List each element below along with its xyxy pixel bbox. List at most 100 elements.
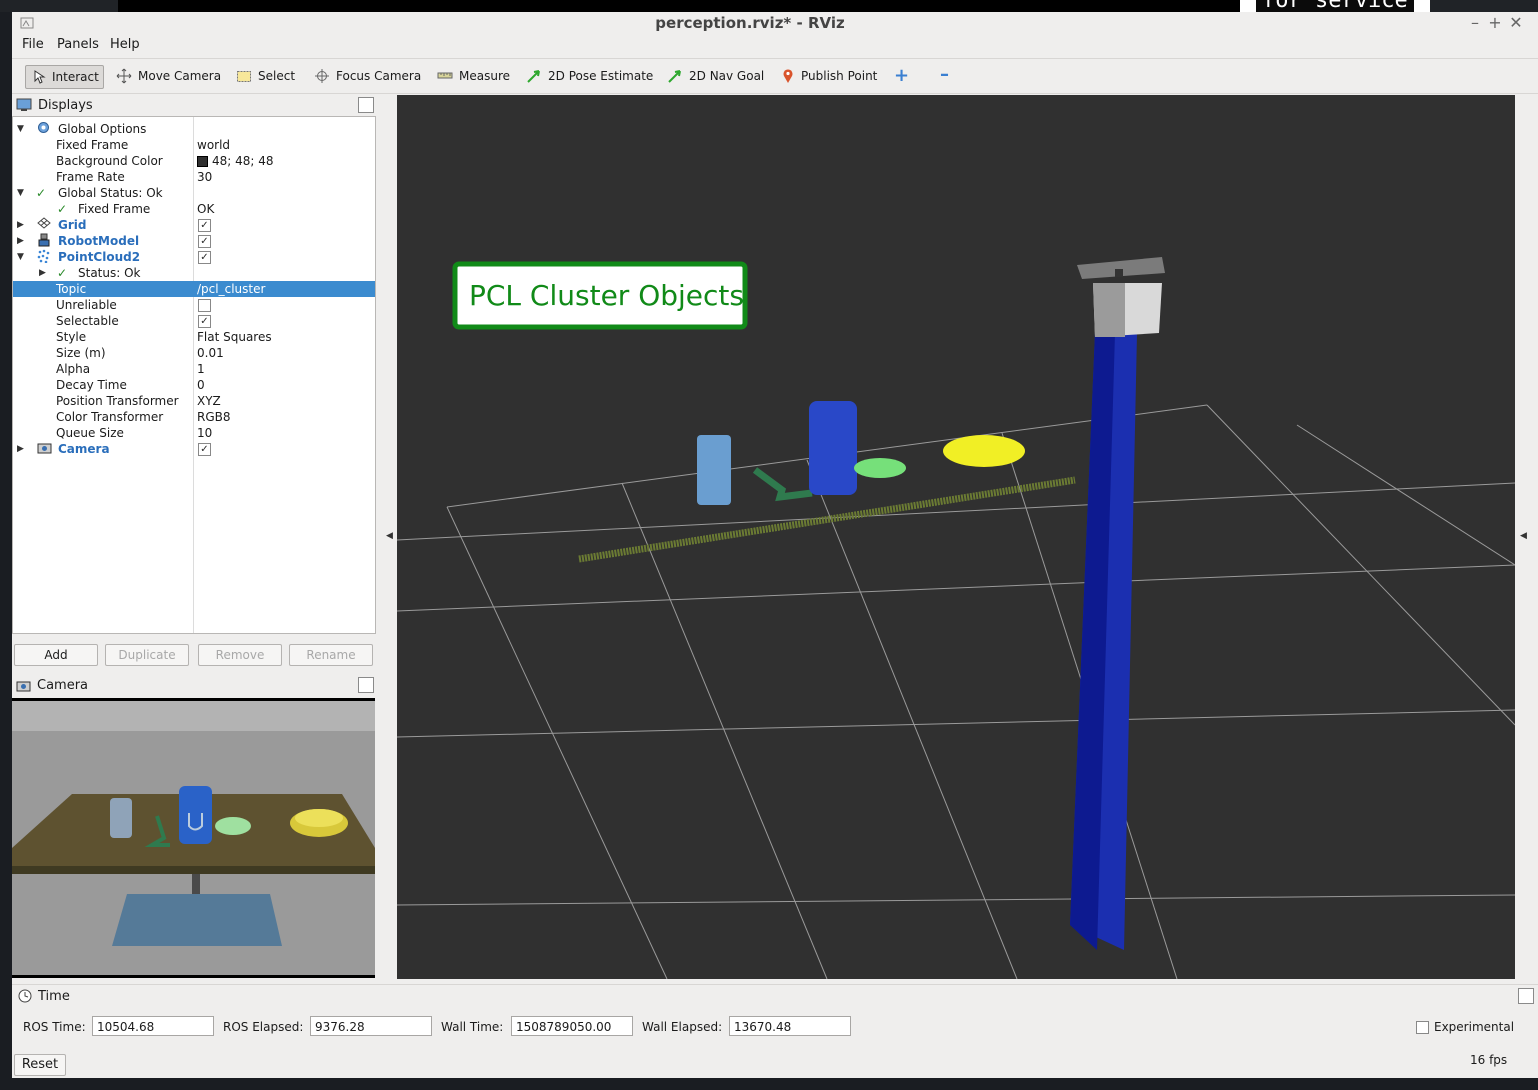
style-value[interactable]: Flat Squares <box>197 329 272 345</box>
remove-tool-button[interactable]: – <box>940 66 949 84</box>
3d-render-viewport[interactable]: PCL Cluster Objects <box>397 95 1515 979</box>
collapse-arrow-icon[interactable]: ▶ <box>17 441 27 457</box>
remove-button[interactable]: Remove <box>198 644 282 666</box>
tree-row-pointcloud2[interactable]: ▼ PointCloud2 ✓ <box>13 249 375 265</box>
tool-select[interactable]: Select <box>232 65 299 87</box>
tree-row-queue-size[interactable]: Queue Size 10 <box>13 425 375 441</box>
tree-row-topic[interactable]: Topic /pcl_cluster <box>13 281 375 297</box>
unreliable-checkbox[interactable] <box>198 299 211 312</box>
tree-row-camera[interactable]: ▶ Camera ✓ <box>13 441 375 457</box>
move-icon <box>116 68 132 84</box>
minimize-button[interactable]: – <box>1466 13 1484 32</box>
camera-enabled-checkbox[interactable]: ✓ <box>198 443 211 456</box>
alpha-label: Alpha <box>56 362 91 376</box>
tool-2d-nav-goal[interactable]: 2D Nav Goal <box>663 65 768 87</box>
tree-row-pc-status[interactable]: ▶ ✓ Status: Ok <box>13 265 375 281</box>
wall-time-field[interactable]: 1508789050.00 <box>511 1016 633 1036</box>
camera-undock-button[interactable] <box>358 677 374 693</box>
frame-rate-value[interactable]: 30 <box>197 169 212 185</box>
ros-elapsed-field[interactable]: 9376.28 <box>310 1016 432 1036</box>
tool-interact-label: Interact <box>52 70 99 84</box>
fixed-frame-label: Fixed Frame <box>56 138 129 152</box>
left-panel-collapse-handle[interactable]: ◀ <box>384 95 396 979</box>
tool-focus-camera[interactable]: Focus Camera <box>310 65 425 87</box>
select-box-icon <box>237 71 251 82</box>
tree-row-selectable[interactable]: Selectable ✓ <box>13 313 375 329</box>
duplicate-button[interactable]: Duplicate <box>105 644 189 666</box>
displays-panel-header: Displays <box>12 94 376 116</box>
tree-row-unreliable[interactable]: Unreliable <box>13 297 375 313</box>
displays-title: Displays <box>38 97 93 113</box>
tree-row-frame-rate[interactable]: Frame Rate 30 <box>13 169 375 185</box>
rename-button[interactable]: Rename <box>289 644 373 666</box>
wall-elapsed-field[interactable]: 13670.48 <box>729 1016 851 1036</box>
alpha-value[interactable]: 1 <box>197 361 205 377</box>
tree-row-style[interactable]: Style Flat Squares <box>13 329 375 345</box>
check-icon: ✓ <box>57 202 68 216</box>
green-arrow-icon <box>527 70 540 83</box>
tree-row-global-status[interactable]: ▼ ✓ Global Status: Ok <box>13 185 375 201</box>
tree-row-global-options[interactable]: ▼ Global Options <box>13 121 375 137</box>
camera-icon <box>16 681 31 691</box>
position-transformer-value[interactable]: XYZ <box>197 393 221 409</box>
ros-time-field[interactable]: 10504.68 <box>92 1016 214 1036</box>
status-fixed-frame-label: Fixed Frame <box>78 202 151 216</box>
cluster-bowl-green <box>854 458 906 478</box>
title-bar: perception.rviz* - RViz – + ✕ <box>12 12 1538 34</box>
queue-size-value[interactable]: 10 <box>197 425 212 441</box>
tree-row-color-transformer[interactable]: Color Transformer RGB8 <box>13 409 375 425</box>
expand-arrow-icon[interactable]: ▼ <box>17 185 27 201</box>
robot-model-enabled-checkbox[interactable]: ✓ <box>198 235 211 248</box>
expand-arrow-icon[interactable]: ▼ <box>17 121 27 137</box>
menu-panels[interactable]: Panels <box>57 37 99 52</box>
displays-undock-button[interactable] <box>358 97 374 113</box>
experimental-checkbox[interactable] <box>1416 1021 1429 1034</box>
collapse-arrow-icon[interactable]: ▶ <box>17 217 27 233</box>
tree-row-size[interactable]: Size (m) 0.01 <box>13 345 375 361</box>
menu-bar: File Panels Help <box>12 36 1538 56</box>
tree-row-status-fixed-frame[interactable]: ✓ Fixed Frame OK <box>13 201 375 217</box>
selectable-checkbox[interactable]: ✓ <box>198 315 211 328</box>
right-panel-collapse-handle[interactable]: ◀ <box>1516 95 1534 979</box>
tree-row-position-transformer[interactable]: Position Transformer XYZ <box>13 393 375 409</box>
tree-row-decay-time[interactable]: Decay Time 0 <box>13 377 375 393</box>
tool-publish-point[interactable]: Publish Point <box>777 65 881 87</box>
fps-indicator: 16 fps <box>1470 1053 1508 1067</box>
grid-enabled-checkbox[interactable]: ✓ <box>198 219 211 232</box>
color-transformer-value[interactable]: RGB8 <box>197 409 231 425</box>
fixed-frame-value[interactable]: world <box>197 137 230 153</box>
time-undock-button[interactable] <box>1518 988 1534 1004</box>
tool-2d-pose-estimate[interactable]: 2D Pose Estimate <box>522 65 657 87</box>
collapse-arrow-icon[interactable]: ▶ <box>39 265 49 281</box>
topic-value[interactable]: /pcl_cluster <box>197 281 265 297</box>
add-button[interactable]: Add <box>14 644 98 666</box>
camera-label: Camera <box>58 442 110 456</box>
menu-file[interactable]: File <box>22 37 44 52</box>
tool-move-camera[interactable]: Move Camera <box>112 65 225 87</box>
background-window <box>118 0 1428 12</box>
tool-interact[interactable]: Interact <box>25 65 104 89</box>
maximize-button[interactable]: + <box>1486 13 1504 32</box>
reset-button[interactable]: Reset <box>14 1054 66 1076</box>
decay-time-value[interactable]: 0 <box>197 377 205 393</box>
tree-row-background-color[interactable]: Background Color 48; 48; 48 <box>13 153 375 169</box>
tree-row-fixed-frame[interactable]: Fixed Frame world <box>13 137 375 153</box>
expand-arrow-icon[interactable]: ▼ <box>17 249 27 265</box>
tool-measure[interactable]: Measure <box>433 65 514 87</box>
pointcloud2-enabled-checkbox[interactable]: ✓ <box>198 251 211 264</box>
background-color-value-cell[interactable]: 48; 48; 48 <box>197 153 274 169</box>
size-value[interactable]: 0.01 <box>197 345 224 361</box>
tree-row-alpha[interactable]: Alpha 1 <box>13 361 375 377</box>
pc-status-label: Status: Ok <box>78 266 141 280</box>
collapse-arrow-icon[interactable]: ▶ <box>17 233 27 249</box>
grid-icon <box>37 217 51 233</box>
green-arrow-icon <box>668 70 681 83</box>
menu-help[interactable]: Help <box>110 37 140 52</box>
add-tool-button[interactable]: + <box>894 67 909 85</box>
tool-select-label: Select <box>258 69 296 83</box>
tree-row-robot-model[interactable]: ▶ RobotModel ✓ <box>13 233 375 249</box>
tree-row-grid[interactable]: ▶ Grid ✓ <box>13 217 375 233</box>
close-button[interactable]: ✕ <box>1507 13 1525 32</box>
camera-scene-image <box>12 701 375 978</box>
color-swatch <box>197 155 208 167</box>
